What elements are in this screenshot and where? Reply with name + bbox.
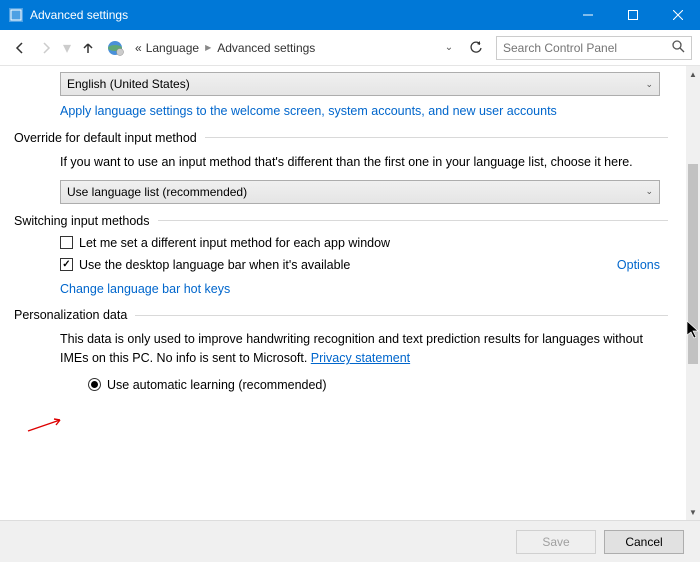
location-icon	[106, 39, 124, 57]
divider	[135, 315, 668, 316]
dropdown-value: Use language list (recommended)	[67, 185, 247, 199]
override-section-header: Override for default input method	[14, 131, 668, 145]
personalization-description: This data is only used to improve handwr…	[60, 330, 660, 368]
bottom-button-bar: Save Cancel	[0, 520, 700, 562]
personalization-section-header: Personalization data	[14, 308, 668, 322]
close-button[interactable]	[655, 0, 700, 30]
app-icon	[8, 7, 24, 23]
scroll-down-button[interactable]: ▼	[686, 504, 700, 520]
window-title: Advanced settings	[30, 8, 565, 22]
scroll-up-button[interactable]: ▲	[686, 66, 700, 82]
minimize-button[interactable]	[565, 0, 610, 30]
title-bar: Advanced settings	[0, 0, 700, 30]
forward-button[interactable]	[34, 36, 58, 60]
switching-section-header: Switching input methods	[14, 214, 668, 228]
scroll-track[interactable]	[686, 82, 700, 504]
back-button[interactable]	[8, 36, 32, 60]
checkbox-label[interactable]: Use the desktop language bar when it's a…	[79, 258, 350, 272]
window-controls	[565, 0, 700, 30]
nav-bar: ▾ « Language ▶ Advanced settings ⌄	[0, 30, 700, 66]
override-description: If you want to use an input method that'…	[60, 153, 660, 172]
search-icon[interactable]	[672, 40, 685, 56]
scroll-thumb[interactable]	[688, 164, 698, 364]
breadcrumb-dropdown-icon[interactable]: ⌄	[441, 42, 457, 53]
chevron-right-icon: ▶	[205, 43, 211, 52]
divider	[205, 137, 668, 138]
input-method-dropdown[interactable]: Use language list (recommended) ⌄	[60, 180, 660, 204]
save-button[interactable]: Save	[516, 530, 596, 554]
recent-dropdown[interactable]: ▾	[60, 36, 74, 60]
up-button[interactable]	[76, 36, 100, 60]
breadcrumb[interactable]: « Language ▶ Advanced settings ⌄	[130, 36, 462, 60]
chevron-down-icon: ⌄	[645, 186, 653, 197]
per-app-input-checkbox[interactable]	[60, 236, 73, 249]
fade-overlay	[0, 508, 686, 520]
maximize-button[interactable]	[610, 0, 655, 30]
apply-settings-link[interactable]: Apply language settings to the welcome s…	[60, 104, 557, 118]
cancel-button[interactable]: Cancel	[604, 530, 684, 554]
refresh-button[interactable]	[464, 36, 488, 60]
annotation-arrow-icon	[26, 416, 66, 434]
section-title: Switching input methods	[14, 214, 150, 228]
privacy-link[interactable]: Privacy statement	[311, 351, 410, 365]
desktop-lang-bar-checkbox[interactable]	[60, 258, 73, 271]
section-title: Personalization data	[14, 308, 127, 322]
section-title: Override for default input method	[14, 131, 197, 145]
display-language-dropdown[interactable]: English (United States) ⌄	[60, 72, 660, 96]
search-input[interactable]	[503, 41, 672, 55]
breadcrumb-current[interactable]: Advanced settings	[217, 41, 315, 55]
hotkeys-link[interactable]: Change language bar hot keys	[60, 282, 230, 296]
vertical-scrollbar[interactable]: ▲ ▼	[686, 66, 700, 520]
options-link[interactable]: Options	[617, 258, 660, 272]
chevron-down-icon: ⌄	[645, 79, 653, 90]
breadcrumb-parent[interactable]: Language	[146, 41, 199, 55]
radio-label[interactable]: Use automatic learning (recommended)	[107, 378, 327, 392]
checkbox-label[interactable]: Let me set a different input method for …	[79, 236, 390, 250]
divider	[158, 220, 669, 221]
breadcrumb-prefix: «	[135, 41, 142, 55]
main-content: English (United States) ⌄ Apply language…	[0, 66, 686, 520]
auto-learning-radio[interactable]	[88, 378, 101, 391]
search-box[interactable]	[496, 36, 692, 60]
dropdown-value: English (United States)	[67, 77, 190, 91]
